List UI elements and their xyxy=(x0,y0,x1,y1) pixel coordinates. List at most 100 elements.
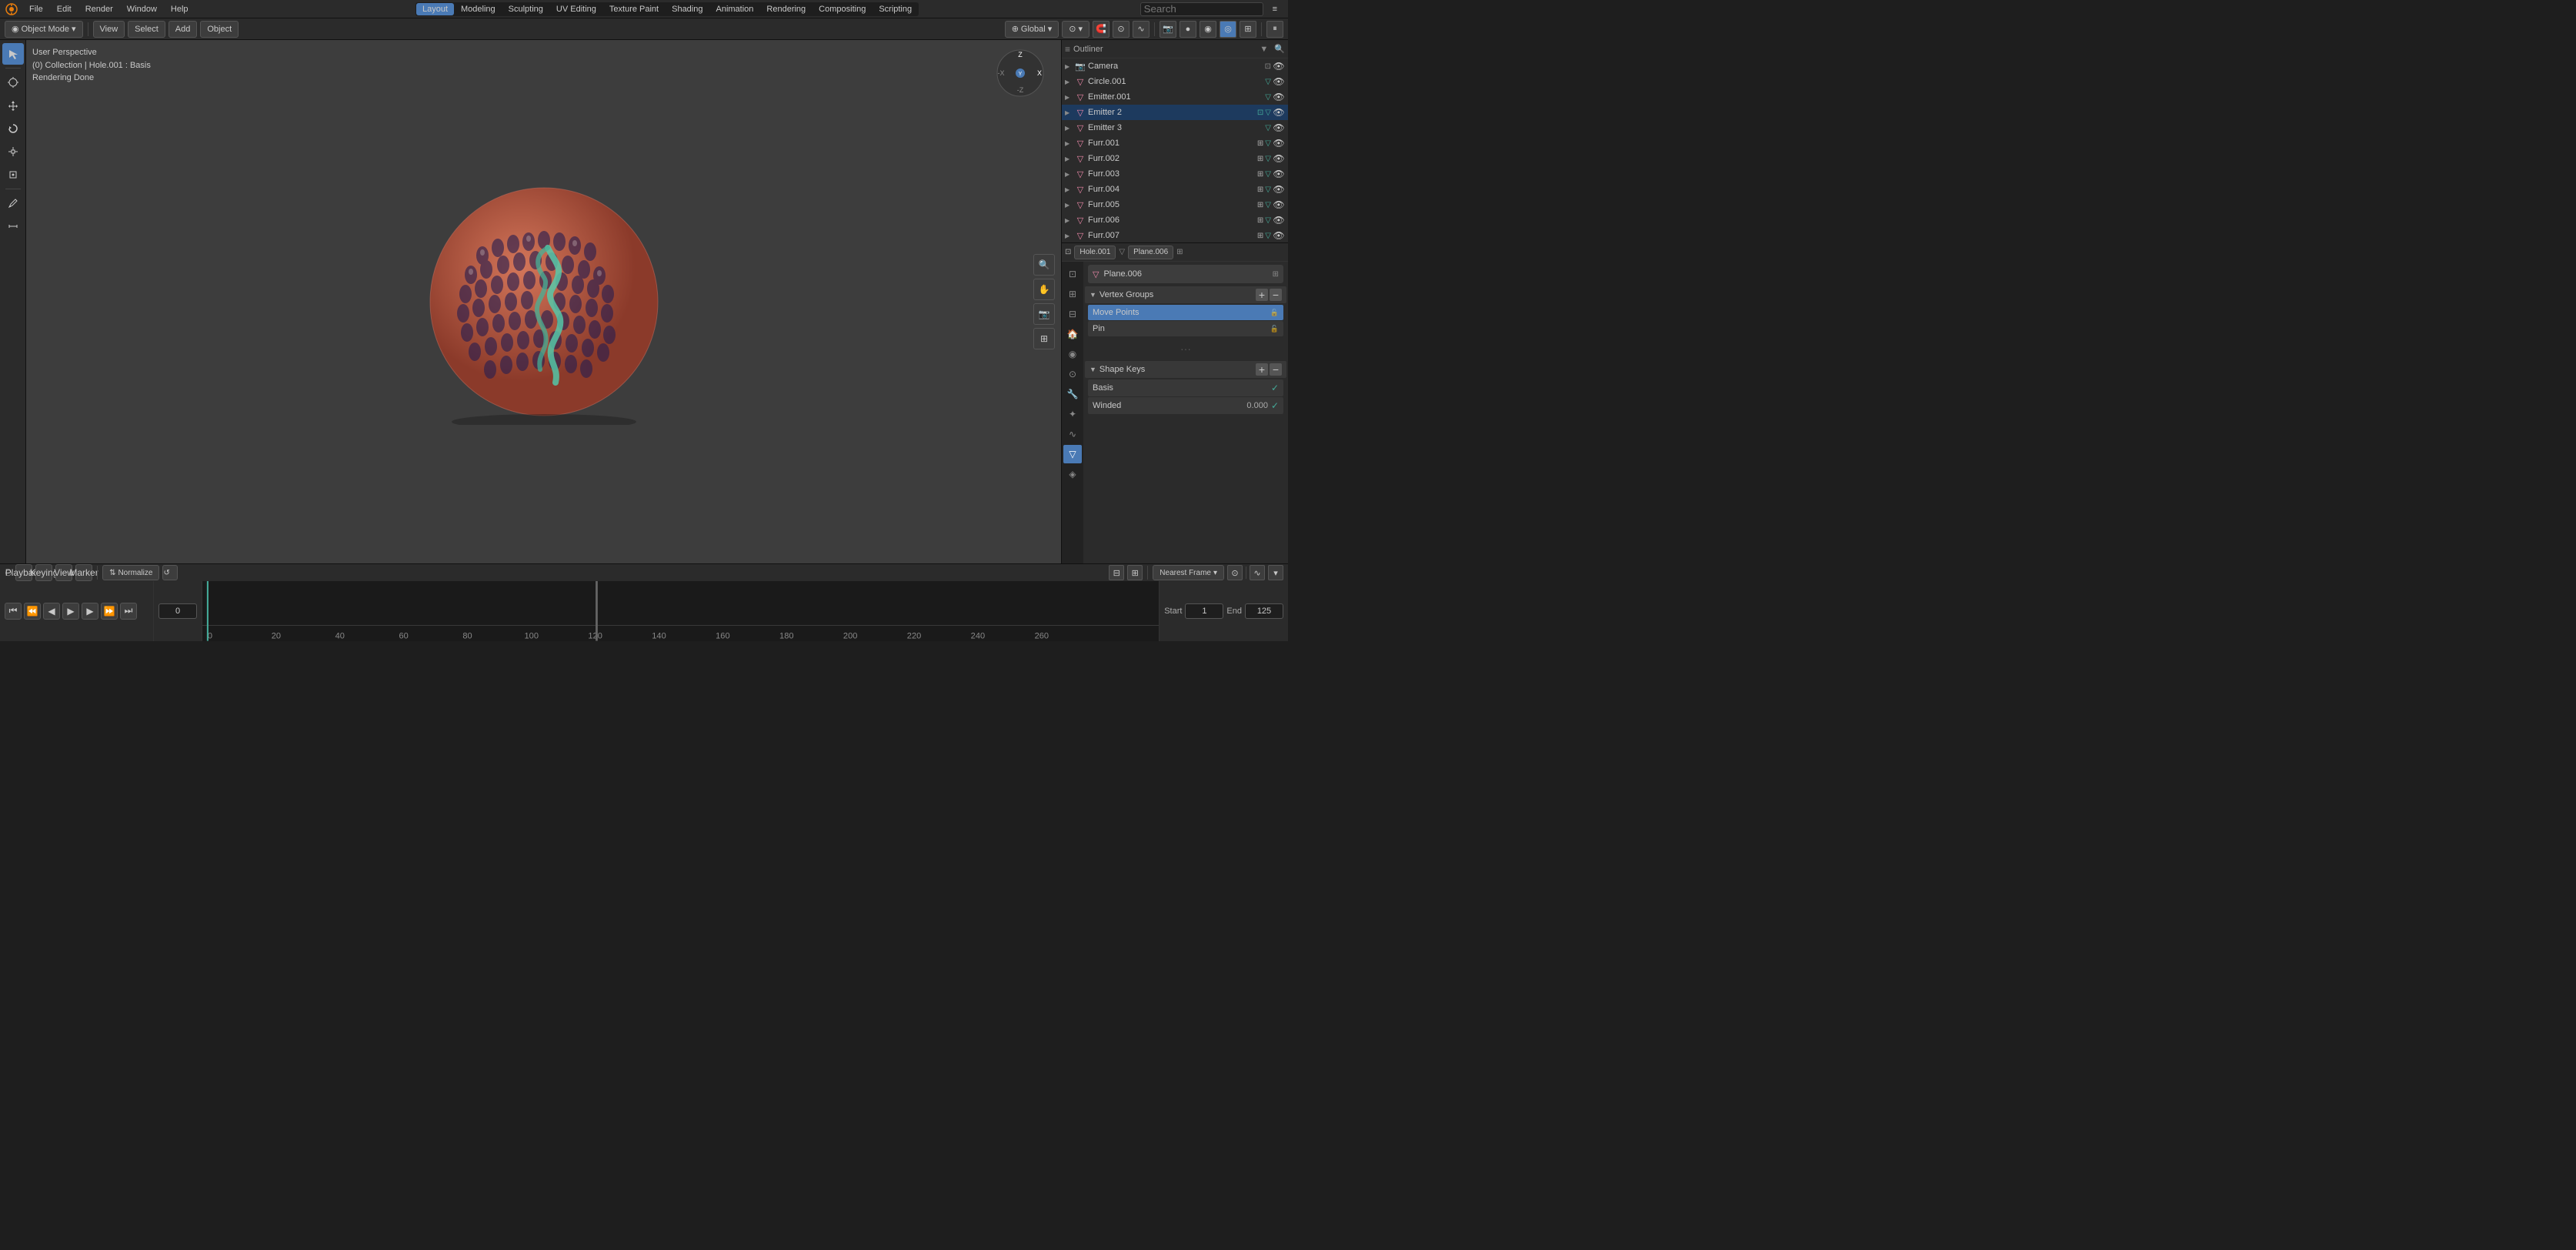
vg-lock-move-points[interactable] xyxy=(1270,309,1279,317)
normalize-btn[interactable]: ⇅ Normalize xyxy=(102,565,159,580)
file-menu[interactable]: File xyxy=(23,3,49,15)
workspace-texture[interactable]: Texture Paint xyxy=(603,3,665,15)
outliner-item-emitter3[interactable]: ▶ ▽ Emitter 3 ▽ 👁 xyxy=(1062,120,1288,135)
grid-btn[interactable]: ⊞ xyxy=(1033,328,1055,349)
props-tab-world[interactable]: ◉ xyxy=(1063,345,1082,363)
object-menu[interactable]: Object xyxy=(200,21,239,38)
outliner-item-emitter2[interactable]: ▶ ▽ Emitter 2 ⊡ ▽ 👁 xyxy=(1062,105,1288,120)
snap-btn[interactable]: 🧲 xyxy=(1093,21,1109,38)
obj-data-block-btn[interactable]: Hole.001 xyxy=(1074,246,1116,259)
scale-tool[interactable] xyxy=(2,141,24,162)
sk-check-winded[interactable]: ✓ xyxy=(1271,400,1279,411)
last-frame-btn[interactable]: ⏭ xyxy=(120,603,137,620)
workspace-scripting[interactable]: Scripting xyxy=(873,3,918,15)
workspace-animation[interactable]: Animation xyxy=(709,3,759,15)
next-key-btn[interactable]: ⏩ xyxy=(101,603,118,620)
sk-item-winded[interactable]: Winded 0.000 ✓ xyxy=(1088,397,1283,414)
edit-menu[interactable]: Edit xyxy=(51,3,78,15)
first-frame-btn[interactable]: ⏮ xyxy=(5,603,22,620)
eye-camera[interactable]: 👁 xyxy=(1273,61,1285,72)
viewport-shading-rendered[interactable]: ◎ xyxy=(1220,21,1236,38)
camera-view-btn[interactable]: 📷 xyxy=(1033,303,1055,325)
outliner-filter-icon[interactable]: ▼ xyxy=(1260,45,1268,54)
sk-check-basis[interactable]: ✓ xyxy=(1271,383,1279,393)
sk-item-basis[interactable]: Basis ✓ xyxy=(1088,379,1283,396)
props-tab-modifier[interactable]: 🔧 xyxy=(1063,385,1082,403)
proportional-btn[interactable]: ⊙ xyxy=(1113,21,1130,38)
props-tab-particles[interactable]: ✦ xyxy=(1063,405,1082,423)
help-menu[interactable]: Help xyxy=(165,3,195,15)
vg-item-move-points[interactable]: Move Points xyxy=(1088,305,1283,320)
outliner-item-furr005[interactable]: ▶ ▽ Furr.005 ⊞ ▽ 👁 xyxy=(1062,197,1288,212)
vertex-group-add-btn[interactable]: + xyxy=(1256,289,1268,301)
timeline-marker-btn[interactable]: Marker xyxy=(75,564,92,581)
eye-emitter001[interactable]: 👁 xyxy=(1273,92,1285,102)
filter-icon[interactable]: ≡ xyxy=(1266,3,1283,15)
next-frame-btn[interactable]: ▶ xyxy=(82,603,98,620)
workspace-uv[interactable]: UV Editing xyxy=(550,3,602,15)
props-tab-material[interactable]: ◈ xyxy=(1063,465,1082,483)
add-menu[interactable]: Add xyxy=(169,21,198,38)
mode-selector[interactable]: ◉ Object Mode ▾ xyxy=(5,21,83,38)
outliner-item-furr004[interactable]: ▶ ▽ Furr.004 ⊞ ▽ 👁 xyxy=(1062,182,1288,197)
viewport-shading-solid[interactable]: ● xyxy=(1180,21,1196,38)
shape-key-remove-btn[interactable]: − xyxy=(1270,363,1282,376)
zoom-in-btn[interactable]: 🔍 xyxy=(1033,254,1055,276)
props-tab-scene[interactable]: 🏠 xyxy=(1063,325,1082,343)
tl-snap-btn[interactable]: ⊙ xyxy=(1227,565,1243,580)
props-tab-output[interactable]: ⊞ xyxy=(1063,285,1082,303)
outliner-item-furr003[interactable]: ▶ ▽ Furr.003 ⊞ ▽ 👁 xyxy=(1062,166,1288,182)
outliner-item-circle001[interactable]: ▶ ▽ Circle.001 ▽ 👁 xyxy=(1062,74,1288,89)
start-frame-input[interactable] xyxy=(1185,603,1223,619)
eye-furr001[interactable]: 👁 xyxy=(1273,138,1285,149)
data-name-btn[interactable]: Plane.006 xyxy=(1128,246,1173,259)
prev-key-btn[interactable]: ⏪ xyxy=(24,603,41,620)
measure-tool[interactable] xyxy=(2,216,24,237)
workspace-shading[interactable]: Shading xyxy=(666,3,709,15)
viewport-camera[interactable]: 📷 xyxy=(1160,21,1176,38)
move-tool[interactable] xyxy=(2,95,24,116)
select-tool[interactable] xyxy=(2,43,24,65)
current-frame-input[interactable] xyxy=(158,603,197,619)
nearest-frame-btn[interactable]: Nearest Frame ▾ xyxy=(1153,565,1224,580)
workspace-rendering[interactable]: Rendering xyxy=(760,3,812,15)
eye-emitter3[interactable]: 👁 xyxy=(1273,122,1285,133)
cursor-tool[interactable] xyxy=(2,72,24,93)
transform-tool[interactable] xyxy=(2,164,24,185)
select-menu[interactable]: Select xyxy=(128,21,165,38)
end-frame-input[interactable] xyxy=(1245,603,1283,619)
props-tab-object[interactable]: ⊙ xyxy=(1063,365,1082,383)
tl-filter-btn[interactable]: ⊟ xyxy=(1109,565,1124,580)
props-tab-render[interactable]: ⊡ xyxy=(1063,265,1082,283)
props-tab-data[interactable]: ▽ xyxy=(1063,445,1082,463)
global-search[interactable] xyxy=(1140,2,1263,16)
eye-circle001[interactable]: 👁 xyxy=(1273,76,1285,87)
curve-btn[interactable]: ∿ xyxy=(1133,21,1150,38)
normalize-reset-btn[interactable]: ↺ xyxy=(162,565,178,580)
timeline-frame-strip[interactable]: 0 20 40 60 80 100 120 140 160 180 200 22… xyxy=(202,581,1159,641)
outliner-search-icon[interactable]: 🔍 xyxy=(1274,44,1285,54)
workspace-modeling[interactable]: Modeling xyxy=(455,3,502,15)
props-tab-physics[interactable]: ∿ xyxy=(1063,425,1082,443)
outliner-item-furr007[interactable]: ▶ ▽ Furr.007 ⊞ ▽ 👁 xyxy=(1062,228,1288,243)
viewport-shading-material[interactable]: ◉ xyxy=(1200,21,1216,38)
transform-orientation[interactable]: ⊕ Global ▾ xyxy=(1005,21,1059,38)
prev-frame-btn[interactable]: ◀ xyxy=(43,603,60,620)
workspace-sculpting[interactable]: Sculpting xyxy=(502,3,549,15)
workspace-compositing[interactable]: Compositing xyxy=(813,3,872,15)
vg-lock-pin[interactable] xyxy=(1270,325,1279,333)
workspace-layout[interactable]: Layout xyxy=(416,3,454,15)
window-menu[interactable]: Window xyxy=(121,3,163,15)
outliner-item-emitter001[interactable]: ▶ ▽ Emitter.001 ▽ 👁 xyxy=(1062,89,1288,105)
render-pause[interactable]: ⏸ xyxy=(1266,21,1283,38)
3d-viewport[interactable]: User Perspective (0) Collection | Hole.0… xyxy=(26,40,1061,563)
annotate-tool[interactable] xyxy=(2,192,24,214)
props-tab-view-layer[interactable]: ⊟ xyxy=(1063,305,1082,323)
outliner-item-furr001[interactable]: ▶ ▽ Furr.001 ⊞ ▽ 👁 xyxy=(1062,135,1288,151)
rotate-tool[interactable] xyxy=(2,118,24,139)
tl-channel-btn[interactable]: ⊞ xyxy=(1127,565,1143,580)
outliner-item-camera[interactable]: ▶ 📷 Camera ⊡ 👁 xyxy=(1062,58,1288,74)
render-menu[interactable]: Render xyxy=(79,3,119,15)
viewport-gizmo[interactable]: Z -Z X -X Y xyxy=(993,46,1055,108)
vg-item-pin[interactable]: Pin xyxy=(1088,321,1283,336)
